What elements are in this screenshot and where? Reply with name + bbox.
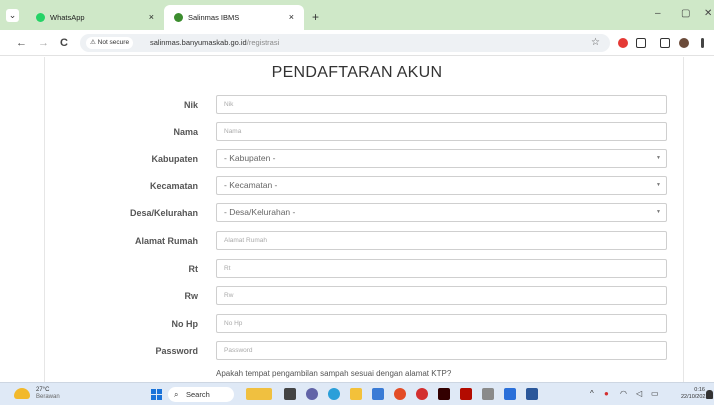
file-explorer-icon[interactable] [350,388,362,400]
close-window-button[interactable]: ✕ [704,8,712,19]
opera-browser-icon[interactable] [416,388,428,400]
nik-input[interactable] [216,95,667,114]
tab-salinmas[interactable]: Salinmas IBMS × [164,5,304,30]
select-value: - Desa/Kelurahan - [224,207,296,217]
acrobat-app-icon[interactable] [460,388,472,400]
field-label: Rt [188,264,199,274]
address-question: Apakah tempat pengambilan sampah sesuai … [216,369,452,378]
tab-close-icon[interactable]: × [149,5,154,30]
extensions-puzzle-icon[interactable] [636,38,646,48]
side-panel-icon[interactable] [660,38,670,48]
form-row-desa: Desa/Kelurahan - Desa/Kelurahan - ▼ [0,202,714,224]
minimize-button[interactable]: – [655,8,661,19]
bookmark-star-icon[interactable]: ☆ [591,34,600,52]
start-windows-icon[interactable] [151,389,162,400]
page-title: PENDAFTARAN AKUN [271,64,443,81]
widgets-news-icon[interactable] [246,388,272,400]
forward-button[interactable]: → [38,35,49,51]
address-bar[interactable]: ⚠ Not secure salinmas.banyumaskab.go.id/… [80,34,610,52]
browser-tab-strip: ⌄ WhatsApp × Salinmas IBMS × + – ▢ ✕ [0,0,714,30]
tab-label: WhatsApp [50,13,85,22]
browser-menu-icon[interactable] [701,38,704,48]
illustrator-app-icon[interactable] [438,388,450,400]
windows-taskbar: 27°C Berawan ⌕ Search ^ ● ◠ ◁ ▭ 0:16 22/… [0,382,714,405]
select-value: - Kabupaten - [224,153,276,163]
chat-icon[interactable] [306,388,318,400]
form-row-password: Password [0,340,714,362]
form-row-kecamatan: Kecamatan - Kecamatan - ▼ [0,175,714,197]
form-row-rw: Rw [0,285,714,307]
not-secure-badge[interactable]: ⚠ Not secure [86,37,134,49]
mail-app-icon[interactable] [504,388,516,400]
search-label: Search [186,390,210,399]
no-hp-input[interactable] [216,314,667,333]
clock-date: 22/10/2023 [681,394,709,400]
field-label: Alamat Rumah [134,236,198,246]
url-path: /registrasi [246,38,280,47]
tab-search-icon[interactable]: ⌄ [6,9,19,22]
kecamatan-select[interactable]: - Kecamatan - ▼ [216,176,667,195]
alamat-rumah-input[interactable] [216,231,667,250]
field-label: Nik [183,100,198,110]
new-tab-button[interactable]: + [312,5,319,30]
search-icon: ⌕ [174,390,179,399]
tray-opera-icon[interactable]: ● [604,389,609,398]
tab-label: Salinmas IBMS [188,13,240,22]
url-host: salinmas.banyumaskab.go.id [150,38,247,47]
desa-kelurahan-select[interactable]: - Desa/Kelurahan - ▼ [216,203,667,222]
whatsapp-favicon-icon [36,13,45,22]
field-label: Desa/Kelurahan [129,208,198,218]
weather-temp: 27°C [36,387,50,393]
opera-extension-icon[interactable] [618,38,628,48]
form-row-alamat: Alamat Rumah [0,230,714,252]
profile-avatar[interactable] [679,38,689,48]
wifi-icon[interactable]: ◠ [620,389,627,398]
nama-input[interactable] [216,122,667,141]
store-icon[interactable] [372,388,384,400]
field-label: Kecamatan [149,181,198,191]
rw-input[interactable] [216,286,667,305]
field-label: Password [155,346,198,356]
clock-time: 0:16 [694,387,705,393]
form-row-nohp: No Hp [0,313,714,335]
tab-whatsapp[interactable]: WhatsApp × [26,5,164,30]
form-row-nik: Nik [0,94,714,116]
back-button[interactable]: ← [16,35,27,51]
salinmas-favicon-icon [174,13,183,22]
field-label: Kabupaten [151,154,198,164]
password-input[interactable] [216,341,667,360]
taskbar-clock[interactable]: 0:16 22/10/2023 [681,387,709,401]
tray-chevron-icon[interactable]: ^ [590,389,594,398]
browser-toolbar: ← → C ⚠ Not secure salinmas.banyumaskab.… [0,30,714,56]
task-view-icon[interactable] [284,388,296,400]
weather-widget[interactable]: 27°C Berawan [36,387,60,401]
kabupaten-select[interactable]: - Kabupaten - ▼ [216,149,667,168]
dropdown-caret-icon: ▼ [656,209,661,215]
battery-icon[interactable]: ▭ [651,389,659,398]
field-label: No Hp [171,319,199,329]
edge-browser-icon[interactable] [328,388,340,400]
form-row-kabupaten: Kabupaten - Kabupaten - ▼ [0,148,714,170]
dropdown-caret-icon: ▼ [656,182,661,188]
field-label: Rw [184,291,199,301]
notification-bell-icon[interactable] [706,390,713,399]
weather-desc: Berawan [36,394,60,400]
url-text: salinmas.banyumaskab.go.id/registrasi [150,34,279,52]
word-app-icon[interactable] [526,388,538,400]
form-row-rt: Rt [0,258,714,280]
volume-icon[interactable]: ◁ [636,389,642,398]
chrome-browser-icon[interactable] [394,388,406,400]
rt-input[interactable] [216,259,667,278]
app-icon[interactable] [482,388,494,400]
select-value: - Kecamatan - [224,180,278,190]
registration-page: PENDAFTARAN AKUN Nik Nama Kabupaten - Ka… [0,57,714,382]
reload-button[interactable]: C [60,35,68,51]
field-label: Nama [173,127,198,137]
taskbar-search[interactable]: ⌕ Search [168,387,234,402]
form-row-nama: Nama [0,121,714,143]
tab-close-icon[interactable]: × [289,5,294,30]
restore-button[interactable]: ▢ [681,8,690,19]
dropdown-caret-icon: ▼ [656,155,661,161]
weather-cloud-icon[interactable] [14,388,30,399]
